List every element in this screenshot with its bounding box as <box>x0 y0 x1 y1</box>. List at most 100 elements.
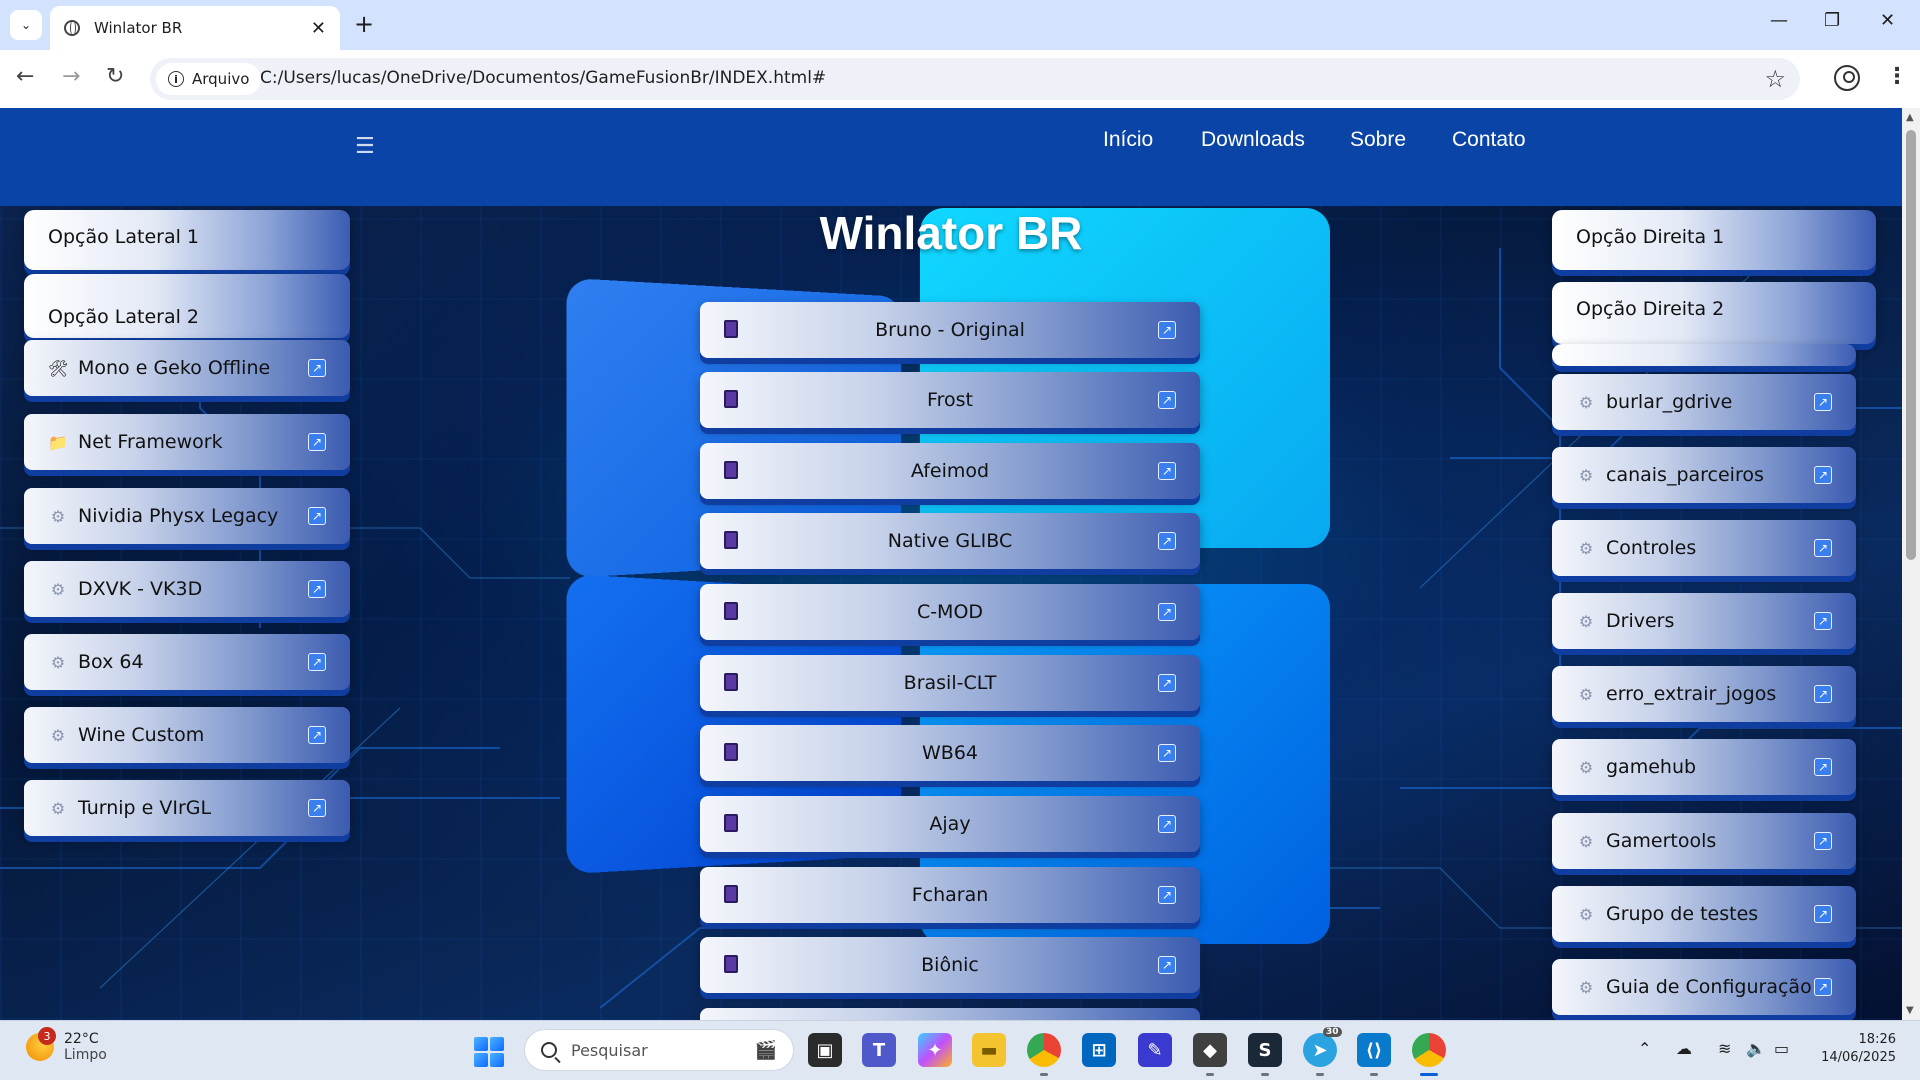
nav-link-sobre[interactable]: Sobre <box>1350 128 1406 152</box>
left-link-mono-geko[interactable]: 🛠 Mono e Geko Offline ↗ <box>24 340 350 396</box>
app-cube-icon[interactable]: ◆ <box>1193 1033 1227 1076</box>
right-option-2[interactable]: Opção Direita 2 <box>1552 282 1876 344</box>
left-link-physx[interactable]: ⚙ Nividia Physx Legacy ↗ <box>24 488 350 544</box>
center-link-partial[interactable] <box>700 1008 1200 1020</box>
volume-icon[interactable]: 🔈 <box>1746 1039 1766 1058</box>
center-link-bruno-original[interactable]: Bruno - Original ↗ <box>700 302 1200 358</box>
link-label: Nividia Physx Legacy <box>78 505 279 527</box>
wifi-icon[interactable]: ≋ <box>1718 1039 1731 1058</box>
right-link-gamehub[interactable]: ⚙ gamehub ↗ <box>1552 739 1856 795</box>
profile-icon[interactable] <box>1834 65 1860 91</box>
teams-icon[interactable]: T <box>862 1033 896 1067</box>
center-link-afeimod[interactable]: Afeimod ↗ <box>700 443 1200 499</box>
onedrive-icon[interactable]: ☁ <box>1676 1039 1692 1058</box>
start-button[interactable] <box>474 1037 504 1067</box>
nav-link-downloads[interactable]: Downloads <box>1201 128 1305 152</box>
right-link-guia-de-configuracao[interactable]: ⚙ Guia de Configuração ↗ <box>1552 959 1856 1015</box>
weather-widget[interactable]: 3 22°C Limpo <box>26 1027 107 1063</box>
nav-link-inicio[interactable]: Início <box>1103 128 1153 152</box>
telegram-icon[interactable]: 30 ➤ <box>1303 1027 1342 1076</box>
copilot-icon[interactable]: ✦ <box>918 1033 952 1067</box>
scroll-up-icon[interactable]: ▲ <box>1906 112 1914 123</box>
gear-icon: ⚙ <box>50 725 66 745</box>
browser-tab[interactable]: Winlator BR ✕ <box>50 6 340 50</box>
page-scrollbar[interactable]: ▲ ▼ <box>1902 108 1920 1020</box>
chrome-icon[interactable] <box>1027 1033 1061 1076</box>
left-link-turnip[interactable]: ⚙ Turnip e VIrGL ↗ <box>24 780 350 836</box>
right-link-erro-extrair-jogos[interactable]: ⚙ erro_extrair_jogos ↗ <box>1552 666 1856 722</box>
address-bar[interactable]: i Arquivo C:/Users/lucas/OneDrive/Docume… <box>150 58 1800 100</box>
center-link-wb64[interactable]: WB64 ↗ <box>700 725 1200 781</box>
minimize-button[interactable]: — <box>1770 10 1788 31</box>
microsoft-store-icon[interactable]: ⊞ <box>1082 1033 1116 1067</box>
browser-menu-icon[interactable]: ⋮ <box>1886 64 1908 89</box>
task-view-icon[interactable]: ▣ <box>808 1033 842 1067</box>
left-link-dxvk[interactable]: ⚙ DXVK - VK3D ↗ <box>24 561 350 617</box>
site-info-chip[interactable]: i Arquivo <box>156 63 262 95</box>
url-text[interactable]: C:/Users/lucas/OneDrive/Documentos/GameF… <box>260 68 826 88</box>
tab-title: Winlator BR <box>94 19 183 37</box>
left-option-2[interactable]: Opção Lateral 2 <box>24 274 350 338</box>
center-link-c-mod[interactable]: C-MOD ↗ <box>700 584 1200 640</box>
external-link-icon: ↗ <box>1814 905 1832 923</box>
left-option-1[interactable]: Opção Lateral 1 <box>24 210 350 270</box>
right-link-gamertools[interactable]: ⚙ Gamertools ↗ <box>1552 813 1856 869</box>
right-link-burlar-gdrive[interactable]: ⚙ burlar_gdrive ↗ <box>1552 374 1856 430</box>
right-link-canais-parceiros[interactable]: ⚙ canais_parceiros ↗ <box>1552 447 1856 503</box>
hamburger-menu-icon[interactable]: ☰ <box>355 134 375 159</box>
center-link-fcharan[interactable]: Fcharan ↗ <box>700 867 1200 923</box>
right-link-grupo-de-testes[interactable]: ⚙ Grupo de testes ↗ <box>1552 886 1856 942</box>
right-option-1[interactable]: Opção Direita 1 <box>1552 210 1876 270</box>
restore-button[interactable]: ❐ <box>1824 10 1840 31</box>
battery-icon[interactable]: ▭ <box>1774 1039 1789 1058</box>
center-link-ajay[interactable]: Ajay ↗ <box>700 796 1200 852</box>
tab-search-button[interactable]: ⌄ <box>10 10 42 40</box>
taskbar-search[interactable]: Pesquisar 🎬 <box>524 1029 794 1071</box>
steam-icon[interactable]: S <box>1248 1033 1282 1076</box>
center-link-bionic[interactable]: Biônic ↗ <box>700 937 1200 993</box>
reload-button[interactable]: ↻ <box>106 64 124 89</box>
external-link-icon: ↗ <box>1158 886 1176 904</box>
scroll-down-icon[interactable]: ▼ <box>1906 1005 1914 1016</box>
editor-app-icon[interactable]: ✎ <box>1138 1033 1172 1067</box>
external-link-icon: ↗ <box>308 359 326 377</box>
center-link-frost[interactable]: Frost ↗ <box>700 372 1200 428</box>
link-label: Biônic <box>921 954 979 976</box>
system-clock[interactable]: 18:26 14/06/2025 <box>1810 1031 1896 1067</box>
left-link-net-framework[interactable]: 📁 Net Framework ↗ <box>24 414 350 470</box>
tray-overflow-icon[interactable]: ⌃ <box>1638 1039 1651 1058</box>
tools-icon: 🛠 <box>48 358 69 378</box>
link-label: Net Framework <box>78 431 223 453</box>
external-link-icon: ↗ <box>1158 603 1176 621</box>
link-label: Controles <box>1606 537 1697 559</box>
center-link-native-glibc[interactable]: Native GLIBC ↗ <box>700 513 1200 569</box>
file-explorer-icon[interactable]: ▬ <box>972 1033 1006 1067</box>
right-link-controles[interactable]: ⚙ Controles ↗ <box>1552 520 1856 576</box>
link-label: Gamertools <box>1606 830 1717 852</box>
link-label: Brasil-CLT <box>903 672 997 694</box>
vscode-icon[interactable]: ⟨⟩ <box>1357 1033 1391 1076</box>
back-button[interactable]: ← <box>16 64 34 89</box>
window-close-button[interactable]: ✕ <box>1880 10 1895 31</box>
nav-link-contato[interactable]: Contato <box>1452 128 1526 152</box>
center-link-brasil-clt[interactable]: Brasil-CLT ↗ <box>700 655 1200 711</box>
new-tab-button[interactable]: + <box>354 10 374 38</box>
left-link-wine-custom[interactable]: ⚙ Wine Custom ↗ <box>24 707 350 763</box>
external-link-icon: ↗ <box>1158 532 1176 550</box>
forward-button[interactable]: → <box>62 64 80 89</box>
link-label: Mono e Geko Offline <box>78 357 271 379</box>
bookmark-star-icon[interactable]: ☆ <box>1764 65 1786 93</box>
external-link-icon: ↗ <box>1158 321 1176 339</box>
page-viewport: ☰ Início Downloads Sobre Contato Winlato… <box>0 108 1902 1020</box>
gear-icon: ⚙ <box>1578 392 1594 412</box>
scrollbar-thumb[interactable] <box>1906 130 1916 560</box>
search-highlight-icon: 🎬 <box>754 1039 777 1061</box>
right-link-drivers[interactable]: ⚙ Drivers ↗ <box>1552 593 1856 649</box>
left-link-box64[interactable]: ⚙ Box 64 ↗ <box>24 634 350 690</box>
tab-close-icon[interactable]: ✕ <box>311 18 326 39</box>
chrome-active-icon[interactable] <box>1412 1033 1446 1076</box>
taskbar: 3 22°C Limpo Pesquisar 🎬 ▣ T ✦ ▬ ⊞ ✎ ◆ S… <box>0 1020 1920 1080</box>
link-label: gamehub <box>1606 756 1697 778</box>
browser-tab-bar: ⌄ Winlator BR ✕ + — ❐ ✕ <box>0 0 1920 50</box>
info-icon: i <box>168 71 184 87</box>
